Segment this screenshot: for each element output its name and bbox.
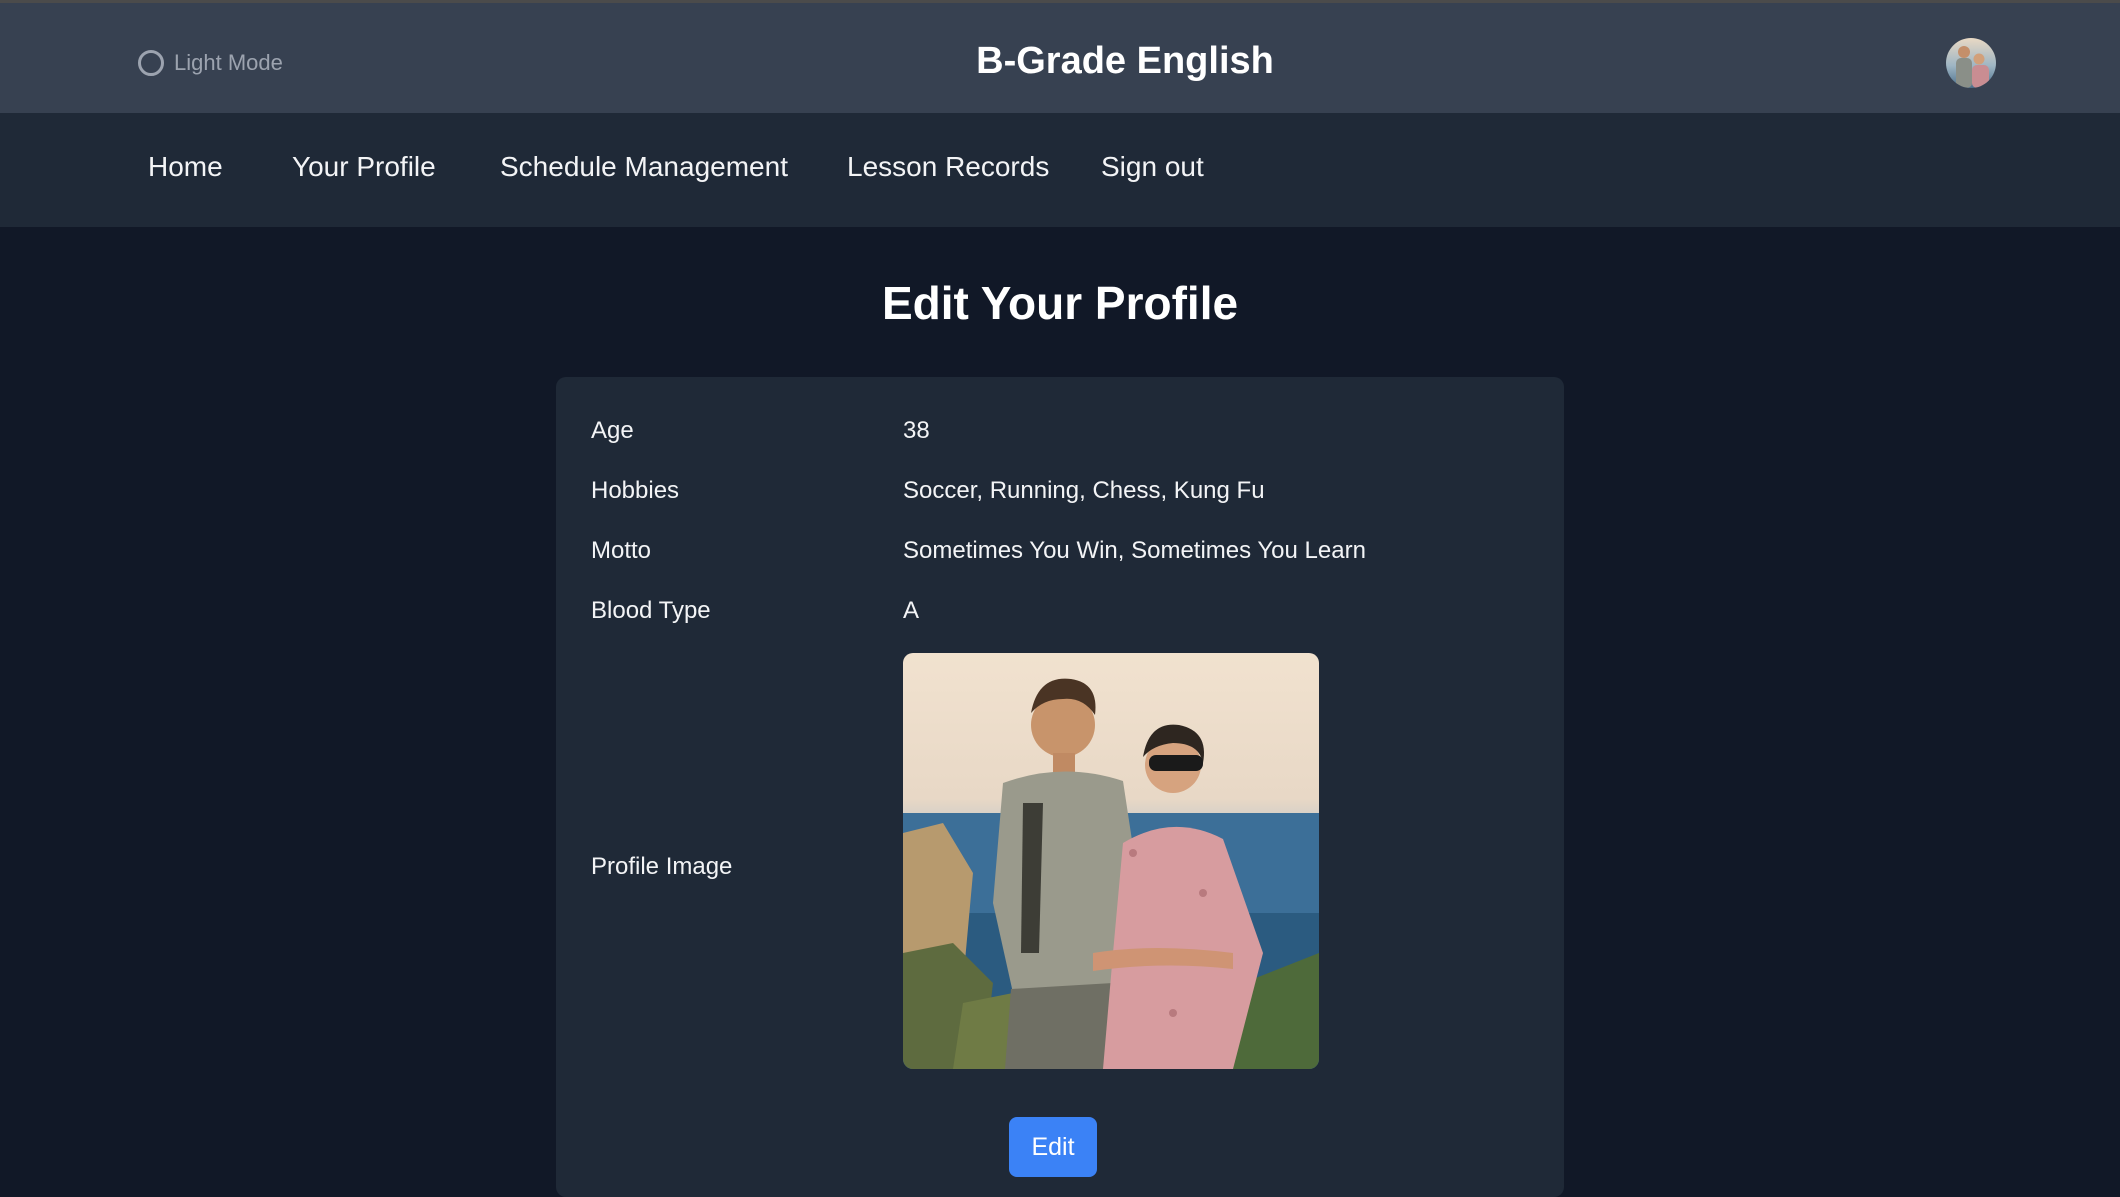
nav-schedule-management[interactable]: Schedule Management <box>500 151 788 183</box>
blood-type-value: A <box>903 597 920 624</box>
motto-value: Sometimes You Win, Sometimes You Learn <box>903 537 1366 564</box>
profile-card: Age 38 Hobbies Soccer, Running, Chess, K… <box>556 377 1564 1197</box>
toggle-circle-icon <box>138 50 164 76</box>
nav-your-profile[interactable]: Your Profile <box>292 151 436 183</box>
hobbies-label: Hobbies <box>591 477 680 504</box>
nav-sign-out[interactable]: Sign out <box>1101 151 1204 183</box>
hobbies-value: Soccer, Running, Chess, Kung Fu <box>903 477 1265 504</box>
app-brand-title: B-Grade English <box>976 40 1274 82</box>
profile-image-label: Profile Image <box>591 853 733 880</box>
light-mode-label: Light Mode <box>174 50 283 75</box>
age-value: 38 <box>903 417 930 444</box>
age-label: Age <box>591 417 634 444</box>
avatar-photo-icon <box>1946 38 1996 88</box>
user-avatar[interactable] <box>1946 38 1996 88</box>
page-title: Edit Your Profile <box>881 277 1239 329</box>
profile-image <box>903 653 1319 1069</box>
profile-photo-icon <box>903 653 1319 1069</box>
nav-home[interactable]: Home <box>148 151 223 183</box>
nav-lesson-records[interactable]: Lesson Records <box>847 151 1049 183</box>
light-mode-toggle[interactable]: Light Mode <box>138 46 283 80</box>
app-header: Light Mode B-Grade English <box>0 3 2120 113</box>
motto-label: Motto <box>591 537 652 564</box>
edit-button[interactable]: Edit <box>1009 1117 1097 1177</box>
blood-type-label: Blood Type <box>591 597 711 624</box>
main-nav: Home Your Profile Schedule Management Le… <box>0 113 2120 227</box>
